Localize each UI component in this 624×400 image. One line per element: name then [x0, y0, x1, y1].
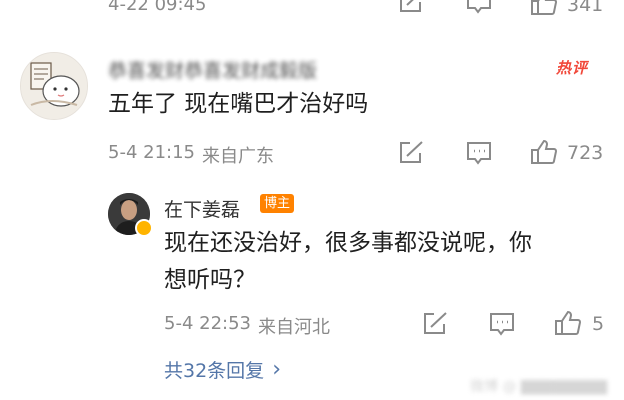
thumbs-up-icon[interactable]	[554, 310, 582, 336]
like-count: 341	[567, 0, 604, 16]
comment-text: 五年了 现在嘴巴才治好吗	[108, 91, 369, 117]
share-icon[interactable]	[398, 141, 424, 165]
author-badge: 博主	[260, 194, 295, 213]
reply-text-line: 现在还没治好，很多事都没说呢，你	[164, 230, 532, 256]
comment-icon[interactable]	[466, 141, 492, 165]
reply-like-count: 5	[592, 313, 605, 335]
verified-badge-icon	[135, 219, 153, 237]
watermark: 微博 @ ▇▇▇▇▇▇▇▇	[470, 379, 608, 395]
comment-like-count: 723	[567, 142, 604, 164]
share-icon[interactable]	[398, 0, 424, 14]
avatar[interactable]	[20, 52, 88, 120]
reply-text-line: 想听吗？	[164, 267, 256, 293]
share-icon[interactable]	[422, 312, 448, 336]
thumbs-up-icon[interactable]	[530, 139, 558, 165]
reply-text: 现在还没治好，很多事都没说呢，你 想听吗？	[164, 225, 614, 299]
comment-icon[interactable]	[466, 0, 492, 14]
thumbs-up-icon[interactable]	[530, 0, 558, 16]
reply-timestamp: 5-4 22:53	[164, 313, 251, 334]
view-replies-label[interactable]: 共32条回复	[164, 356, 264, 383]
comment-location: 来自广东	[202, 146, 274, 167]
view-replies-link[interactable]: 共32条回复 ›	[164, 356, 281, 383]
comment-timestamp: 5-4 21:15	[108, 142, 195, 163]
comment-icon[interactable]	[489, 312, 515, 336]
timestamp: 4-22 09:45	[108, 0, 207, 15]
comment-username[interactable]: 恭喜发财恭喜发财成毅版	[108, 56, 317, 83]
hot-badge: 热评	[556, 59, 589, 77]
chevron-right-icon[interactable]: ›	[272, 357, 281, 382]
reply-location: 来自河北	[258, 317, 330, 338]
reply-username[interactable]: 在下姜磊	[164, 195, 240, 222]
